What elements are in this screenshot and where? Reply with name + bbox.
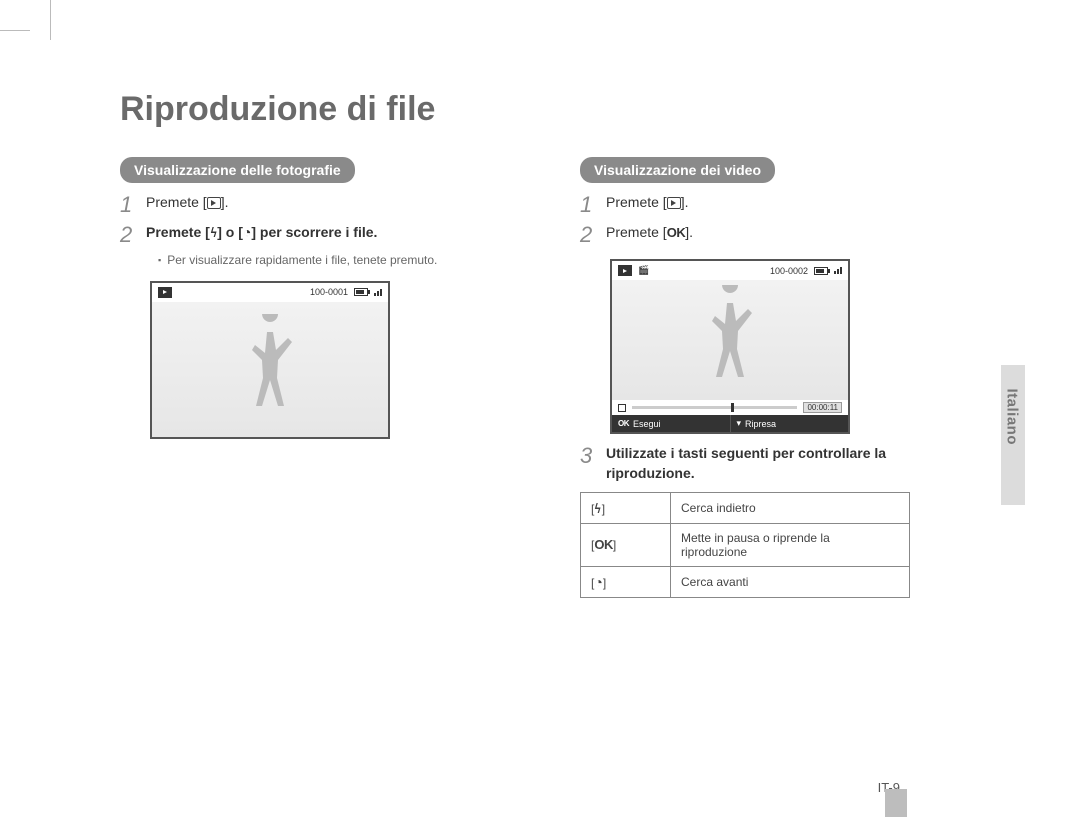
table-row: [ϟ] Cerca indietro [581,492,910,523]
video-progress-row: 00:00:11 [612,400,848,415]
step-text: Utilizzate i tasti seguenti per controll… [606,444,960,483]
step-number: 2 [580,223,606,247]
footer-right: ▾ Ripresa [730,415,849,432]
playback-mode-icon [158,287,172,298]
person-silhouette [695,285,765,385]
footer-left-label: Esegui [633,419,661,429]
table-row: [◔] Cerca avanti [581,566,910,597]
photos-step-1: 1 Premete []. [120,193,500,217]
column-videos: Visualizzazione dei video 1 Premete []. … [580,157,960,598]
side-language-label: Italiano [1004,388,1021,445]
step-text: Premete []. [606,193,688,213]
progress-bar [632,406,797,409]
page-number-tab [885,789,907,817]
crop-mark-h [0,30,30,31]
videos-heading-pill: Visualizzazione dei video [580,157,775,183]
photo-screen-preview: 100-0001 [150,281,390,439]
step-number: 1 [580,193,606,217]
footer-left: OK Esegui [612,415,730,432]
photos-steps: 1 Premete []. 2 Premete [ϟ] o [◔] per sc… [120,193,500,247]
control-key: [◔] [581,566,671,597]
table-row: [OK] Mette in pausa o riprende la riprod… [581,523,910,566]
playback-mode-icon [618,265,632,276]
videos-step-2: 2 Premete [OK]. [580,223,960,247]
screen-body [152,302,388,437]
step-number: 2 [120,223,146,247]
control-desc: Cerca avanti [671,566,910,597]
signal-icon [374,289,382,296]
control-key: [OK] [581,523,671,566]
footer-right-label: Ripresa [745,419,776,429]
control-key: [ϟ] [581,492,671,523]
controls-table: [ϟ] Cerca indietro [OK] Mette in pausa o… [580,492,910,598]
battery-icon [354,288,368,296]
manual-page: Riproduzione di file Visualizzazione del… [0,0,1080,835]
ok-icon: OK [594,537,613,552]
file-counter: 100-0002 [770,266,808,276]
ok-icon: OK [667,225,686,240]
step-text: Premete []. [146,193,228,213]
photos-heading-pill: Visualizzazione delle fotografie [120,157,355,183]
videos-step-1: 1 Premete []. [580,193,960,217]
screen-body [612,280,848,400]
person-silhouette [235,314,305,414]
flash-icon: ϟ [595,500,601,516]
playback-icon [667,197,681,209]
step-text: Premete [ϟ] o [◔] per scorrere i file. [146,223,377,243]
videos-step-3: 3 Utilizzate i tasti seguenti per contro… [580,444,960,483]
signal-icon [834,267,842,274]
step-text: Premete [OK]. [606,223,693,243]
photos-step-2: 2 Premete [ϟ] o [◔] per scorrere i file. [120,223,500,247]
videos-steps-cont: 3 Utilizzate i tasti seguenti per contro… [580,444,960,483]
step-number: 3 [580,444,606,468]
page-title: Riproduzione di file [120,90,1020,129]
column-photos: Visualizzazione delle fotografie 1 Preme… [120,157,500,598]
content-columns: Visualizzazione delle fotografie 1 Preme… [60,157,960,598]
file-counter: 100-0001 [310,287,348,297]
stop-icon [618,404,626,412]
flash-icon: ϟ [211,223,217,243]
screen-topbar: 100-0001 [152,283,388,302]
screen-footer: OK Esegui ▾ Ripresa [612,415,848,432]
timer-icon: ◔ [594,574,602,590]
videos-steps: 1 Premete []. 2 Premete [OK]. [580,193,960,247]
screen-topbar: 🎬 100-0002 [612,261,848,280]
photos-sub-note: Per visualizzare rapidamente i file, ten… [158,253,500,269]
down-icon: ▾ [737,418,742,429]
control-desc: Cerca indietro [671,492,910,523]
time-display: 00:00:11 [803,402,842,413]
video-icon: 🎬 [638,265,649,276]
ok-icon: OK [618,419,629,428]
step-number: 1 [120,193,146,217]
battery-icon [814,267,828,275]
playback-icon [207,197,221,209]
control-desc: Mette in pausa o riprende la riproduzion… [671,523,910,566]
video-screen-preview: 🎬 100-0002 00:00:11 [610,259,850,434]
crop-mark-v [50,0,51,40]
